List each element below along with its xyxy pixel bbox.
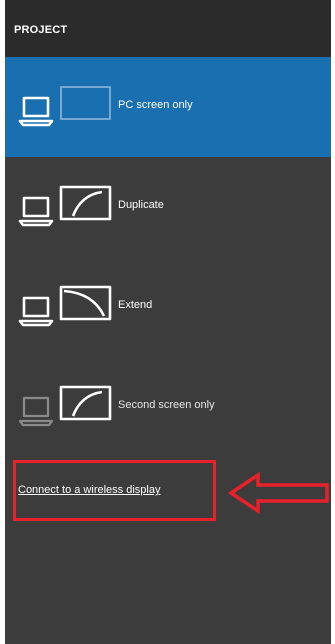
panel-title: PROJECT [14, 24, 68, 36]
option-pc-screen-only[interactable]: PC screen only [5, 57, 331, 157]
pc-screen-only-icon [18, 86, 111, 127]
option-label: PC screen only [118, 99, 193, 111]
option-label: Duplicate [118, 199, 164, 211]
option-second-screen-only[interactable]: Second screen only [5, 357, 331, 457]
duplicate-icon [18, 185, 112, 227]
option-extend[interactable]: Extend [5, 257, 331, 357]
option-label: Extend [118, 299, 153, 311]
option-duplicate[interactable]: Duplicate [5, 157, 331, 257]
panel-header: PROJECT [5, 0, 331, 60]
option-label: Second screen only [118, 399, 215, 411]
annotation-arrow-icon [228, 472, 329, 514]
project-panel: PROJECT PC screen only Duplicate Extend … [5, 0, 331, 644]
annotation-highlight-box [13, 460, 216, 521]
second-screen-only-icon [18, 385, 112, 427]
extend-icon [18, 285, 112, 327]
screenshot-frame: PROJECT PC screen only Duplicate Extend … [0, 0, 335, 644]
